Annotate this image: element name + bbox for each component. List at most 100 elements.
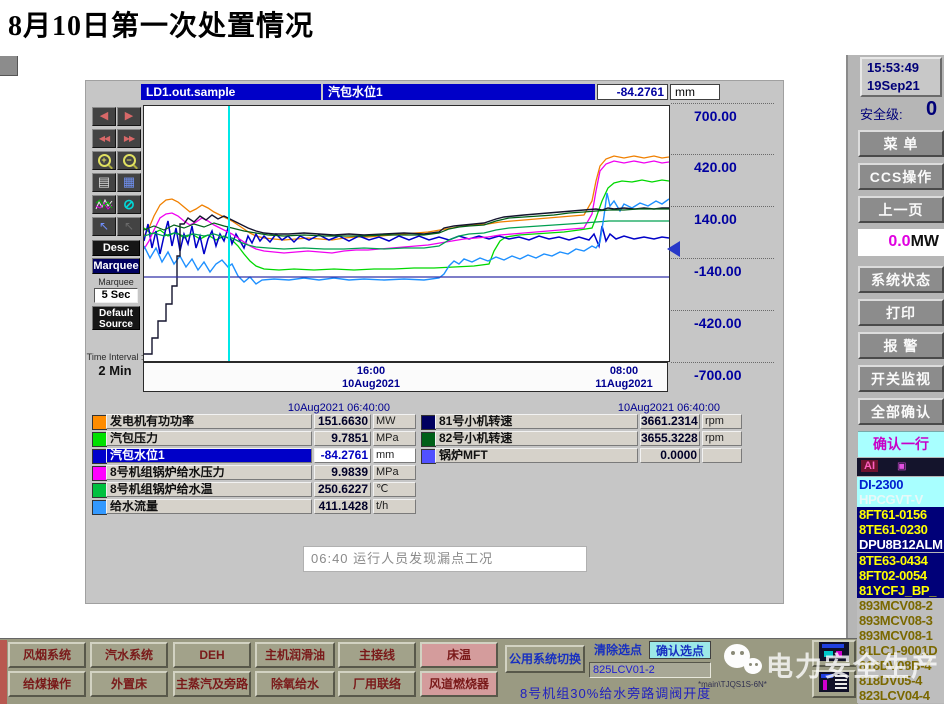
value-axis-label: 700.00 [694, 108, 737, 124]
series-color-swatch [421, 449, 436, 464]
sidebar-button[interactable]: 开关监视 [858, 365, 944, 392]
selected-point-field[interactable]: 825LCV01-2 [589, 662, 711, 678]
window-control-box[interactable] [0, 56, 18, 76]
default-source-button[interactable]: Default Source [92, 306, 140, 330]
alarm-item[interactable]: 8FT02-0054 [857, 567, 944, 583]
alarm-item[interactable]: 823LCV04-4 [857, 688, 944, 704]
bottom-menu-button[interactable]: 外置床 [90, 671, 168, 697]
sidebar-button[interactable]: 报 警 [858, 332, 944, 359]
parameter-name[interactable]: 锅炉MFT [435, 448, 638, 463]
table-row[interactable]: 锅炉MFT 0.0000 [421, 448, 751, 465]
power-unit: MW [910, 233, 939, 250]
alarm-item[interactable]: 81YCFJ_BP_ [857, 582, 944, 598]
parameter-name[interactable]: 8号机组锅炉给水温 [106, 482, 312, 497]
sidebar-button[interactable]: 系统状态 [858, 266, 944, 293]
parameter-name[interactable]: 汽包水位1 [106, 448, 312, 463]
parameter-name[interactable]: 汽包压力 [106, 431, 312, 446]
trend-unit-field: mm [670, 84, 720, 100]
bottom-menu-button[interactable]: 给煤操作 [8, 671, 86, 697]
bottom-menu-button[interactable]: DEH [173, 642, 251, 668]
series-color-swatch [421, 432, 436, 447]
table-row[interactable]: 8号机组锅炉给水温 250.6227 ℃ [92, 482, 422, 499]
time-interval-label: Time Interval : [86, 352, 144, 362]
value-axis-label: -140.00 [694, 263, 742, 279]
screen-view-button[interactable]: ▤ [92, 173, 116, 192]
page-right-button[interactable]: ▶▶ [117, 129, 141, 148]
sidebar-button[interactable]: 上一页 [858, 196, 944, 223]
alarm-item[interactable]: 893MCV08-2 [857, 597, 944, 613]
alarm-status-row[interactable]: AI ▣ [857, 458, 944, 476]
bottom-menu-button[interactable]: 风烟系统 [8, 642, 86, 668]
sidebar-button[interactable]: 打印 [858, 299, 944, 326]
table-row[interactable]: 8号机组锅炉给水压力 9.9839 MPa [92, 465, 422, 482]
sidebar-button[interactable]: 全部确认 [858, 398, 944, 425]
table-row[interactable]: 82号小机转速 3655.3228 rpm [421, 431, 751, 448]
alarm-item[interactable]: HPCGVT-V [857, 492, 944, 508]
desc-button[interactable]: Desc [92, 240, 140, 256]
scroll-left-button[interactable]: ◀ [92, 107, 116, 126]
power-readout: 0.0MW [858, 229, 944, 256]
bottom-menu-button[interactable]: 主接线 [338, 642, 416, 668]
no-trend-button[interactable]: ⊘ [117, 195, 141, 214]
parameter-name[interactable]: 发电机有功功率 [106, 414, 312, 429]
confirm-point-button[interactable]: 确认选点 [649, 641, 711, 659]
value-axis-gridline [671, 154, 774, 155]
alarm-item[interactable]: DI-2300 [857, 477, 944, 492]
common-system-switch-button[interactable]: 公用系统切换 [505, 645, 585, 673]
trend-source-field[interactable]: LD1.out.sample [141, 84, 321, 100]
table-row[interactable]: 汽包水位1 -84.2761 mm [92, 448, 422, 465]
page-left-button[interactable]: ◀◀ [92, 129, 116, 148]
trend-tag-field[interactable]: 汽包水位1 [323, 84, 595, 100]
value-axis-gridline [671, 258, 774, 259]
grid-view-button[interactable]: ▦ [117, 173, 141, 192]
alarm-item[interactable]: 8FT61-0156 [857, 507, 944, 523]
parameter-name[interactable]: 8号机组锅炉给水压力 [106, 465, 312, 480]
scroll-right-button[interactable]: ▶ [117, 107, 141, 126]
zoom-out-button[interactable]: − [117, 151, 141, 170]
current-value-marker-icon[interactable] [667, 241, 680, 257]
power-value: 0.0 [888, 233, 911, 250]
series-color-swatch [92, 415, 107, 430]
bottom-menu-button[interactable]: 汽水系统 [90, 642, 168, 668]
security-level-label: 安全级: [860, 107, 903, 122]
bottom-menu-button[interactable]: 厂用联络 [338, 671, 416, 697]
marquee-button[interactable]: Marquee [92, 258, 140, 274]
alarm-mini-icon: ▣ [897, 461, 907, 472]
sidebar-button[interactable]: CCS操作 [858, 163, 944, 190]
parameter-name[interactable]: 82号小机转速 [435, 431, 638, 446]
alarm-item[interactable]: 893MCV08-1 [857, 628, 944, 643]
pointer-button[interactable]: ↖ [92, 217, 116, 236]
parameter-name[interactable]: 81号小机转速 [435, 414, 638, 429]
parameter-name[interactable]: 给水流量 [106, 499, 312, 514]
alarm-item[interactable]: 893MCV08-3 [857, 612, 944, 628]
parameter-value: 9.9839 [314, 465, 371, 480]
bottom-menu-button[interactable]: 床温 [420, 642, 498, 668]
alarm-item[interactable]: 8TE63-0434 [857, 552, 944, 568]
value-axis-label: -420.00 [694, 315, 742, 331]
pointer-alt-button[interactable]: ↖ [117, 217, 141, 236]
bottom-menu-button[interactable]: 风道燃烧器 [420, 671, 498, 697]
trend-curves-icon [95, 198, 113, 210]
security-level-value: 0 [926, 98, 938, 120]
alarm-item[interactable]: 8TE61-0230 [857, 522, 944, 538]
alarm-item[interactable]: DPU8B12ALM [857, 537, 944, 553]
table-row[interactable]: 81号小机转速 3661.2314 rpm [421, 414, 751, 431]
table-row[interactable]: 汽包压力 9.7851 MPa [92, 431, 422, 448]
marquee-interval-value[interactable]: 5 Sec [94, 288, 138, 303]
zoom-in-button[interactable]: + [92, 151, 116, 170]
trend-chart[interactable] [143, 105, 670, 362]
table-row[interactable]: 给水流量 411.1428 t/h [92, 499, 422, 516]
watermark-subtext: *main\TJQS1S-6N* [698, 680, 767, 689]
bottom-menu-button[interactable]: 主机润滑油 [255, 642, 335, 668]
dcs-screen: 8月10日第一次处置情况 LD1.out.sample 汽包水位1 -84.27… [0, 0, 944, 704]
sidebar-button[interactable]: 菜 单 [858, 130, 944, 157]
left-table-timestamp: 10Aug2021 06:40:00 [287, 402, 390, 414]
cursor-arrow-icon: ↖ [98, 219, 110, 233]
bottom-menu-button[interactable]: 除氧给水 [255, 671, 335, 697]
trend-curves-button[interactable] [92, 195, 116, 214]
table-row[interactable]: 发电机有功功率 151.6630 MW [92, 414, 422, 431]
clear-point-button[interactable]: 清除选点 [589, 642, 647, 659]
parameter-unit: MPa [373, 465, 416, 480]
bottom-menu-button[interactable]: 主蒸汽及旁路 [173, 671, 251, 697]
confirm-line-button[interactable]: 确认一行 [858, 431, 944, 457]
